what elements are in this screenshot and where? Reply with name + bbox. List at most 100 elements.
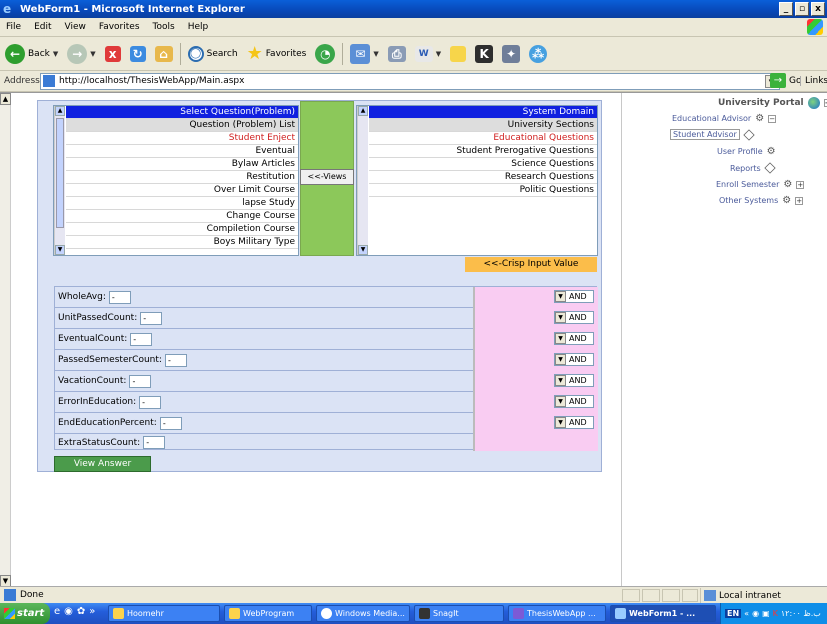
- gear-icon: ⚙: [782, 195, 792, 206]
- home-button[interactable]: ⌂: [152, 41, 176, 67]
- notes-button[interactable]: [447, 41, 469, 67]
- operator-select[interactable]: ▼ AND: [554, 311, 594, 324]
- list-item[interactable]: Student Enject: [66, 132, 298, 145]
- list-item[interactable]: Student Prerogative Questions: [369, 145, 597, 158]
- expand-icon[interactable]: +: [795, 196, 804, 205]
- collapse-icon[interactable]: −: [768, 114, 777, 123]
- param-input[interactable]: -: [164, 353, 187, 367]
- go-button[interactable]: → Go: [770, 73, 801, 88]
- forward-button[interactable]: → ▼: [64, 41, 98, 67]
- list-item[interactable]: Change Course: [66, 210, 298, 223]
- tree-item-user-profile[interactable]: User Profile ⚙: [717, 146, 776, 157]
- list-item[interactable]: Boys Military Type: [66, 236, 298, 249]
- operator-select[interactable]: ▼ AND: [554, 416, 594, 429]
- scroll-down-icon[interactable]: ▼: [55, 245, 65, 255]
- tray-network-icon[interactable]: ▣: [762, 609, 770, 618]
- menu-file[interactable]: File: [6, 22, 21, 32]
- tray-expand-icon[interactable]: «: [744, 609, 749, 618]
- scroll-thumb[interactable]: [56, 118, 64, 228]
- crisp-input-button[interactable]: <<-Crisp Input Value: [465, 257, 597, 272]
- list-item[interactable]: Bylaw Articles: [66, 158, 298, 171]
- tree-item-educational-advisor[interactable]: Educational Advisor ⚙ −: [672, 113, 777, 124]
- search-button[interactable]: ◯ Search: [185, 41, 241, 67]
- operator-select[interactable]: ▼ AND: [554, 332, 594, 345]
- collapse-icon[interactable]: −: [823, 99, 827, 107]
- tree-root[interactable]: University Portal −: [718, 97, 827, 109]
- list-item[interactable]: Research Questions: [369, 171, 597, 184]
- scroll-up-icon[interactable]: ▲: [0, 93, 11, 105]
- table-row: PassedSemesterCount: - ▼ AND: [55, 350, 598, 371]
- back-button[interactable]: ← Back ▼: [2, 41, 61, 67]
- language-indicator[interactable]: EN: [725, 609, 742, 618]
- tray-app-icon[interactable]: ◉: [752, 609, 759, 618]
- tree-item-other-systems[interactable]: Other Systems ⚙ +: [719, 195, 804, 206]
- scroll-down-icon[interactable]: ▼: [358, 245, 368, 255]
- minimize-button[interactable]: _: [779, 2, 793, 16]
- edit-button[interactable]: W ▼: [412, 41, 444, 67]
- start-button[interactable]: start: [0, 603, 50, 624]
- taskbar-item-windows-media[interactable]: Windows Media...: [316, 605, 410, 622]
- links-button[interactable]: Links: [800, 76, 827, 86]
- param-input[interactable]: -: [108, 290, 131, 304]
- messenger-button[interactable]: K: [472, 41, 496, 67]
- list-item[interactable]: Eventual: [66, 145, 298, 158]
- mail-button[interactable]: ✉ ▼: [347, 41, 381, 67]
- list-item[interactable]: Science Questions: [369, 158, 597, 171]
- maximize-button[interactable]: ▫: [795, 2, 809, 16]
- domain-list-scrollbar[interactable]: ▲ ▼: [357, 106, 368, 255]
- tree-item-enroll-semester[interactable]: Enroll Semester ⚙ +: [716, 179, 805, 190]
- views-button[interactable]: <<-Views: [300, 169, 354, 185]
- taskbar-item-webform1[interactable]: WebForm1 - ...: [610, 605, 716, 622]
- taskbar-item-webprogram[interactable]: WebProgram: [224, 605, 312, 622]
- operator-select[interactable]: ▼ AND: [554, 353, 594, 366]
- list-item[interactable]: Restitution: [66, 171, 298, 184]
- expand-icon[interactable]: +: [796, 180, 805, 189]
- operator-select[interactable]: ▼ AND: [554, 290, 594, 303]
- taskbar-item-snagit[interactable]: SnagIt: [414, 605, 504, 622]
- view-answer-button[interactable]: View Answer: [54, 456, 151, 472]
- question-listbox[interactable]: ▲ ▼ Select Question(Problem) Question (P…: [53, 105, 299, 256]
- taskbar-item-hoomehr[interactable]: Hoomehr: [108, 605, 220, 622]
- refresh-button[interactable]: ↻: [127, 41, 149, 67]
- question-list-scrollbar[interactable]: ▲ ▼: [54, 106, 65, 255]
- tray-snagit-icon[interactable]: K: [773, 609, 778, 618]
- operator-select[interactable]: ▼ AND: [554, 395, 594, 408]
- more-icon[interactable]: »: [89, 606, 95, 617]
- list-item[interactable]: Compiletion Course: [66, 223, 298, 236]
- param-input[interactable]: -: [159, 416, 182, 430]
- address-input[interactable]: http://localhost/ThesisWebApp/Main.aspx …: [40, 72, 780, 90]
- param-input[interactable]: -: [143, 436, 166, 449]
- firefox-quicklaunch-icon[interactable]: ◉: [64, 606, 73, 617]
- print-button[interactable]: ⎙: [385, 41, 409, 67]
- list-item[interactable]: Over Limit Course: [66, 184, 298, 197]
- msn-button[interactable]: ⁂: [526, 41, 550, 67]
- domain-listbox[interactable]: ▲ ▼ System Domain University Sections Ed…: [356, 105, 598, 256]
- tree-item-reports[interactable]: Reports: [730, 162, 776, 174]
- param-input[interactable]: -: [139, 395, 162, 409]
- menu-favorites[interactable]: Favorites: [99, 22, 140, 32]
- param-input[interactable]: -: [129, 374, 152, 388]
- scroll-up-icon[interactable]: ▲: [55, 106, 65, 116]
- favorites-button[interactable]: ★ Favorites: [244, 41, 310, 67]
- ie-quicklaunch-icon[interactable]: e: [54, 606, 60, 617]
- app-quicklaunch-icon[interactable]: ✿: [77, 606, 85, 617]
- menu-help[interactable]: Help: [188, 22, 209, 32]
- stop-button[interactable]: x: [102, 41, 124, 67]
- scroll-up-icon[interactable]: ▲: [358, 106, 368, 116]
- page-scrollbar[interactable]: ▲ ▼: [0, 93, 11, 587]
- list-item[interactable]: Educational Questions: [369, 132, 597, 145]
- operator-select[interactable]: ▼ AND: [554, 374, 594, 387]
- list-item[interactable]: Politic Questions: [369, 184, 597, 197]
- taskbar-item-thesiswebapp[interactable]: ThesisWebApp ...: [508, 605, 606, 622]
- menu-tools[interactable]: Tools: [153, 22, 175, 32]
- menu-view[interactable]: View: [65, 22, 86, 32]
- list-item[interactable]: lapse Study: [66, 197, 298, 210]
- tree-item-student-advisor[interactable]: Student Advisor: [670, 128, 755, 141]
- menu-edit[interactable]: Edit: [34, 22, 51, 32]
- param-input[interactable]: -: [140, 311, 163, 325]
- research-button[interactable]: ✦: [499, 41, 523, 67]
- history-button[interactable]: ◔: [312, 41, 338, 67]
- param-input[interactable]: -: [130, 332, 153, 346]
- word-icon: W: [414, 45, 433, 62]
- close-button[interactable]: x: [811, 2, 825, 16]
